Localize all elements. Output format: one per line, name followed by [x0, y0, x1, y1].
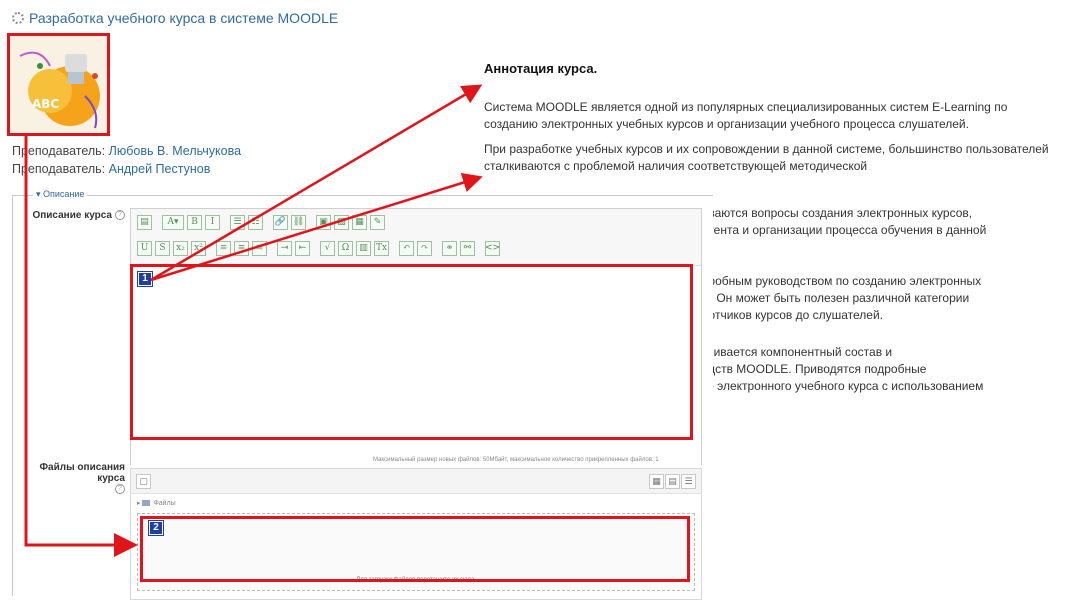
- image-highlight-box: [7, 33, 110, 136]
- editor-toolbar-button[interactable]: ≡: [216, 240, 231, 256]
- editor-toolbar-button[interactable]: <>: [485, 240, 500, 256]
- editor-toolbar-button[interactable]: I: [205, 214, 220, 230]
- editor-toolbar-button[interactable]: ⛓: [291, 214, 306, 230]
- editor-toolbar-button[interactable]: √: [320, 240, 335, 256]
- tree-view-icon[interactable]: ☰: [681, 474, 696, 489]
- editor-toolbar-button[interactable]: ↶: [399, 240, 414, 256]
- teacher-line: Преподаватель: Любовь В. Мельчукова: [12, 144, 242, 158]
- editor-toolbar-button[interactable]: ▣: [316, 214, 331, 230]
- annotation-paragraph: Система MOODLE является одной из популяр…: [484, 100, 1008, 131]
- editor-toolbar-button[interactable]: ▥: [356, 240, 371, 256]
- editor-toolbar-button[interactable]: ⇤: [295, 240, 310, 256]
- editor-toolbar-button[interactable]: x₂: [173, 240, 188, 256]
- teacher-line: Преподаватель: Андрей Пестунов: [12, 162, 211, 176]
- max-size-note: Максимальный размер новых файлов: 50Мбай…: [373, 457, 659, 463]
- files-label: Файлы описания курса ?: [39, 462, 125, 495]
- editor-toolbar-button[interactable]: ⚭: [442, 240, 457, 256]
- annotation-paragraph: При разработке учебных курсов и их сопро…: [484, 142, 1049, 173]
- editor-toolbar-button[interactable]: ☷: [248, 214, 263, 230]
- fieldset-legend[interactable]: ▾ Описание: [33, 189, 88, 200]
- course-title-link[interactable]: Разработка учебного курса в системе MOOD…: [12, 10, 338, 26]
- teacher-name-link[interactable]: Андрей Пестунов: [109, 162, 211, 176]
- folder-icon: [142, 500, 151, 507]
- files-highlight-box: [140, 516, 690, 582]
- editor-toolbar-button[interactable]: 🔗: [273, 214, 288, 230]
- grid-view-icon[interactable]: ▦: [649, 474, 664, 489]
- editor-toolbar-button[interactable]: A▾: [162, 214, 184, 230]
- description-label: Описание курса?: [15, 210, 125, 221]
- editor-toolbar-button[interactable]: Ω: [338, 240, 353, 256]
- course-title[interactable]: Разработка учебного курса в системе MOOD…: [29, 10, 338, 26]
- editor-toolbar-button[interactable]: ⚯: [460, 240, 475, 256]
- help-icon[interactable]: ?: [115, 210, 125, 221]
- editor-toolbar-button[interactable]: ↷: [417, 240, 432, 256]
- editor-toolbar-row1: ▤ A▾ B I ☰ ☷ 🔗 ⛓ ▣ ▨ ▦ ✎: [137, 213, 385, 231]
- editor-toolbar-button[interactable]: ≡: [234, 240, 249, 256]
- editor-toolbar-button[interactable]: B: [187, 214, 202, 230]
- file-path[interactable]: ▸ Файлы: [137, 499, 176, 507]
- file-manager-toolbar: ▢ ▦ ▤ ☰: [131, 469, 701, 494]
- editor-toolbar-button[interactable]: ≡: [252, 240, 267, 256]
- editor-toolbar-button[interactable]: ⇥: [277, 240, 292, 256]
- editor-toolbar-button[interactable]: ▨: [334, 214, 349, 230]
- add-file-icon[interactable]: ▢: [136, 474, 151, 489]
- editor-toolbar-button[interactable]: ▦: [352, 214, 367, 230]
- editor-toolbar-button[interactable]: Tx: [374, 240, 389, 256]
- editor-toolbar-button[interactable]: ▤: [137, 214, 152, 230]
- teacher-name-link[interactable]: Любовь В. Мельчукова: [109, 144, 241, 158]
- gear-icon: [12, 12, 24, 24]
- annotation-heading: Аннотация курса.: [484, 61, 598, 76]
- course-annotation: Аннотация курса. Система MOODLE является…: [484, 60, 1059, 175]
- annotation-continued: риваются вопросы создания электронных ку…: [695, 206, 987, 393]
- editor-toolbar-button[interactable]: x²: [191, 240, 206, 256]
- editor-toolbar-row2: U Sx₂ x² ≡ ≡ ≡ ⇥ ⇤ √ Ω ▥ Tx ↶ ↷ ⚭ ⚯ <>: [137, 239, 500, 257]
- callout-badge-2: 2: [149, 521, 163, 535]
- list-view-icon[interactable]: ▤: [665, 474, 680, 489]
- editor-toolbar-button[interactable]: U: [137, 240, 152, 256]
- help-icon[interactable]: ?: [115, 484, 125, 495]
- editor-toolbar-button[interactable]: ✎: [370, 214, 385, 230]
- callout-badge-1: 1: [138, 272, 152, 286]
- editor-toolbar-button[interactable]: S: [155, 240, 170, 256]
- editor-toolbar-button[interactable]: ☰: [230, 214, 245, 230]
- description-highlight-box: [130, 264, 693, 440]
